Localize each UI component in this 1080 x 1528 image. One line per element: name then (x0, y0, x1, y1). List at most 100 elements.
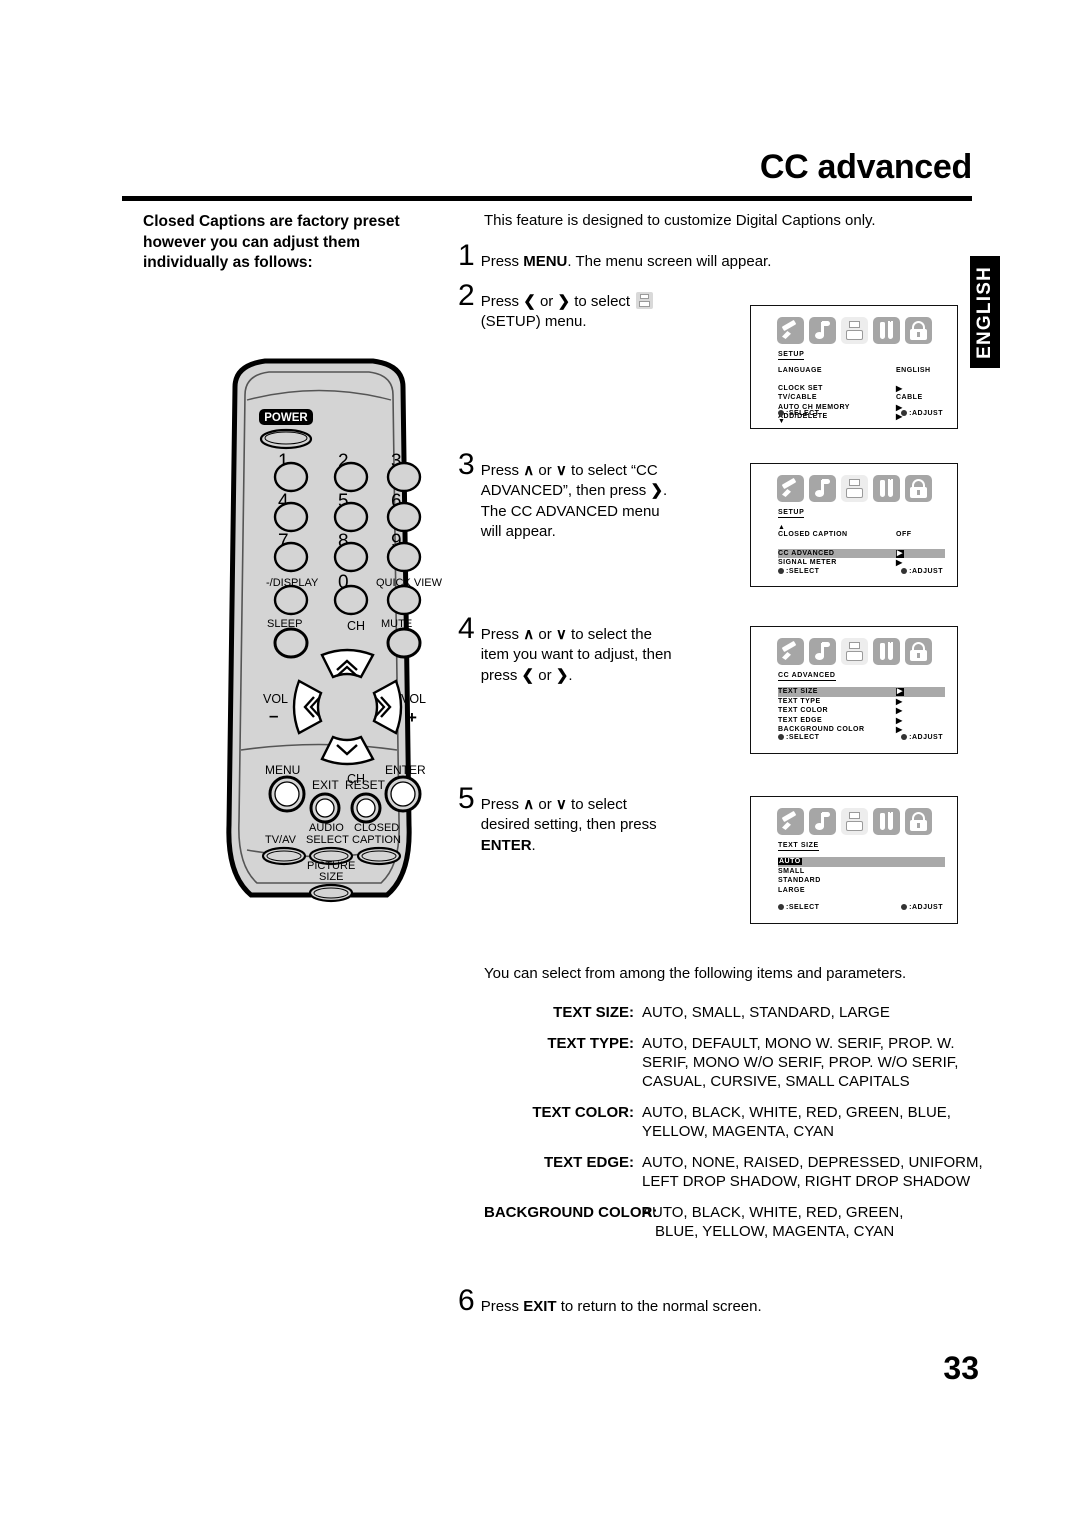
osd-menu-row-selected[interactable]: CC ADVANCED ▶ (778, 548, 945, 558)
enter-button-inner (390, 781, 416, 807)
step-5-or: or (534, 796, 556, 813)
step-1-t2: . The menu screen will appear. (567, 253, 772, 270)
adjust-dot-icon (901, 904, 908, 910)
parameter-key: TEXT SIZE: (553, 1004, 634, 1021)
step-3-number: 3 (458, 448, 475, 481)
osd-menu-row[interactable]: CLOSED CAPTION OFF (778, 530, 945, 540)
step-2-t3: (SETUP) menu. (480, 313, 587, 331)
display-key (273, 584, 309, 616)
step-3-t5: The CC ADVANCED menu (480, 502, 660, 520)
tv-av-button (261, 846, 307, 866)
right-arrow-icon: ❯ (557, 293, 571, 310)
parameters-lead-text: You can select from among the following … (484, 965, 907, 982)
parameter-key: TEXT COLOR: (532, 1104, 634, 1122)
setup-floppy-icon (841, 475, 868, 502)
osd-menu-row[interactable]: TEXT COLOR ▶ (778, 706, 945, 716)
key-3 (386, 461, 422, 493)
adjust-dot-icon (901, 568, 908, 574)
vol-minus-label: VOL (263, 692, 288, 706)
closed-caption-button (356, 846, 402, 866)
picture-brush-icon (777, 808, 804, 835)
osd-select-hint: :SELECT (778, 904, 819, 911)
key-5 (333, 501, 369, 533)
parameter-row: TEXT COLOR: AUTO, BLACK, WHITE, RED, GRE… (484, 1103, 984, 1141)
osd-menu-row-selected[interactable]: TEXT SIZE ▶ (778, 687, 945, 697)
closed-caption-label-1: CLOSED (354, 822, 399, 834)
osd-icon-row (777, 317, 932, 344)
osd-menu-row[interactable]: LANGUAGE ENGLISH (778, 366, 945, 376)
parameter-values: AUTO, NONE, RAISED, DEPRESSED, UNIFORM, … (642, 1154, 983, 1191)
step-1-number: 1 (458, 239, 475, 272)
step-6-text: Press EXIT to return to the normal scree… (481, 1288, 762, 1317)
osd-option-row[interactable]: LARGE (778, 886, 945, 896)
up-arrow-icon: ∧ (523, 462, 535, 479)
up-arrow-icon: ∧ (523, 626, 535, 643)
step-4-or: or (534, 626, 556, 643)
left-arrow-icon: ❮ (523, 293, 536, 310)
step-5-t4: . (531, 836, 536, 854)
osd-header: SETUP (778, 351, 805, 360)
parameter-row: TEXT SIZE: AUTO, SMALL, STANDARD, LARGE (484, 1003, 984, 1022)
osd-option-row[interactable]: SMALL (778, 867, 945, 877)
step-4-number: 4 (458, 612, 475, 645)
key-8 (333, 541, 369, 573)
parameter-values: AUTO, BLACK, WHITE, RED, GREEN, BLUE, YE… (642, 1104, 951, 1141)
quick-view-key (386, 584, 422, 616)
exit-label: EXIT (312, 778, 339, 792)
step-1-t1: Press (480, 253, 524, 270)
down-arrow-icon: ∨ (555, 796, 567, 813)
reset-button-inner (356, 798, 376, 818)
step-2-t1: Press (480, 293, 524, 310)
osd-menu-row[interactable]: TEXT TYPE ▶ (778, 697, 945, 707)
osd-menu-row[interactable]: SIGNAL METER ▶ (778, 558, 945, 568)
language-side-tab: ENGLISH (970, 256, 1000, 368)
step-6-t1: Press (480, 1298, 524, 1315)
tv-av-label: TV/AV (265, 834, 297, 846)
ch-up-label: CH (347, 619, 365, 633)
osd-menu-row[interactable]: TEXT EDGE ▶ (778, 716, 945, 726)
key-4 (273, 501, 309, 533)
enter-label: ENTER (385, 763, 426, 777)
osd-menu-row[interactable]: CLOCK SET ▶ (778, 384, 945, 394)
audio-select-label-1: AUDIO (309, 822, 344, 834)
power-button (259, 428, 313, 450)
setup-floppy-icon (841, 638, 868, 665)
vol-plus-sign: + (407, 708, 417, 727)
osd-header: SETUP (778, 509, 805, 518)
parameter-row: BACKGROUND COLOR: AUTO, BLACK, WHITE, RE… (484, 1203, 984, 1241)
adjust-dot-icon (901, 410, 908, 416)
scroll-down-icon: ▼ (778, 418, 785, 425)
step-1-menu-key: MENU (523, 253, 568, 270)
osd-option-row[interactable]: STANDARD (778, 876, 945, 886)
parameters-list: TEXT SIZE: AUTO, SMALL, STANDARD, LARGE … (484, 1003, 984, 1253)
osd-screen-setup-cc: SETUP ▲ CLOSED CAPTION OFF CC ADVANCED ▶… (750, 463, 958, 587)
osd-menu-row[interactable]: TV/CABLE CABLE (778, 393, 945, 403)
step-2-text: Press ❮ or ❯ to select (SETUP) menu. (481, 283, 656, 333)
osd-select-hint: :SELECT (778, 734, 819, 741)
step-6: 6 Press EXIT to return to the normal scr… (458, 1284, 762, 1317)
menu-label: MENU (265, 763, 300, 777)
lock-icon (905, 638, 932, 665)
closed-caption-label-2: CAPTION (352, 834, 401, 846)
step-1: 1 Press MENU. The menu screen will appea… (458, 239, 772, 272)
tools-icon (873, 638, 900, 665)
up-arrow-icon: ∧ (523, 796, 535, 813)
osd-option-row-selected[interactable]: AUTO (778, 857, 945, 867)
parameter-key: TEXT EDGE: (543, 1154, 634, 1172)
lock-icon (905, 475, 932, 502)
step-2: 2 Press ❮ or ❯ to select (SETUP) menu. (458, 281, 656, 333)
step-5-number: 5 (458, 782, 475, 815)
parameter-row: TEXT TYPE: AUTO, DEFAULT, MONO W. SERIF,… (484, 1034, 984, 1091)
page-number: 33 (943, 1350, 979, 1386)
osd-adjust-hint: :ADJUST (901, 734, 943, 741)
header-divider (122, 196, 972, 201)
step-4-or2: or (534, 666, 556, 684)
parameter-row: TEXT EDGE: AUTO, NONE, RAISED, DEPRESSED… (484, 1153, 984, 1191)
step-4-t2: to select the (566, 626, 652, 643)
step-3-text: Press ∧ or ∨ to select “CC ADVANCED”, th… (481, 452, 668, 543)
down-arrow-icon: ∨ (555, 626, 567, 643)
step-3-or: or (534, 462, 556, 479)
parameter-values: AUTO, BLACK, WHITE, RED, GREEN, BLUE, YE… (642, 1204, 904, 1241)
select-dot-icon (778, 568, 784, 574)
step-6-number: 6 (458, 1284, 475, 1317)
